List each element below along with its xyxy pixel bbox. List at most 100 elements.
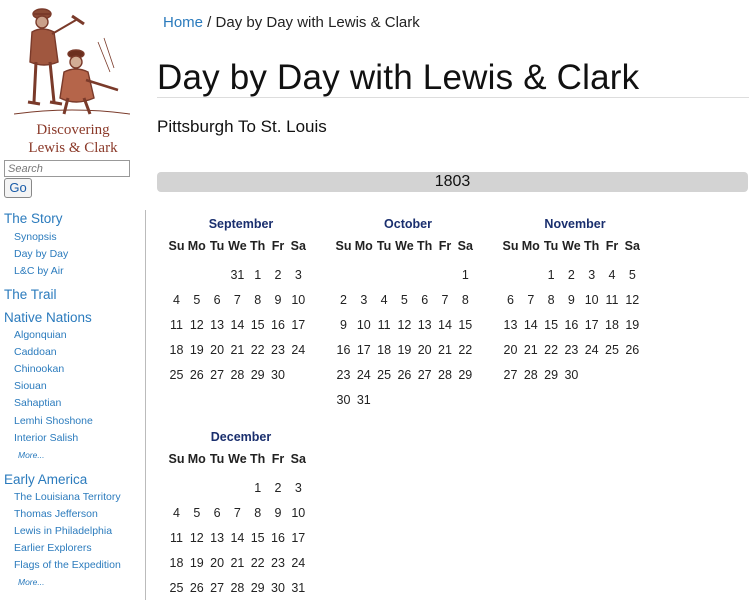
calendar-day[interactable]: 11 (374, 318, 395, 332)
calendar-day[interactable]: 1 (247, 268, 268, 282)
calendar-day[interactable]: 21 (227, 343, 248, 357)
calendar-day[interactable]: 4 (166, 293, 187, 307)
nav-item-earlier-explorers[interactable]: Earlier Explorers (14, 541, 92, 555)
calendar-day[interactable]: 3 (581, 268, 602, 282)
calendar-day[interactable]: 19 (622, 318, 643, 332)
calendar-day[interactable]: 4 (166, 506, 187, 520)
calendar-day[interactable]: 28 (520, 368, 541, 382)
calendar-day[interactable]: 3 (288, 481, 309, 495)
go-button[interactable]: Go (4, 178, 32, 198)
calendar-day[interactable]: 12 (394, 318, 415, 332)
calendar-day[interactable]: 18 (166, 343, 187, 357)
calendar-day[interactable]: 4 (374, 293, 395, 307)
calendar-day[interactable]: 14 (435, 318, 456, 332)
calendar-day[interactable]: 7 (227, 506, 248, 520)
calendar-day[interactable]: 30 (268, 368, 289, 382)
calendar-day[interactable]: 16 (268, 318, 289, 332)
calendar-day[interactable]: 8 (541, 293, 562, 307)
calendar-day[interactable]: 21 (227, 556, 248, 570)
calendar-day[interactable]: 23 (268, 343, 289, 357)
calendar-day[interactable]: 16 (333, 343, 354, 357)
calendar-day[interactable]: 23 (561, 343, 582, 357)
nav-item-day-by-day[interactable]: Day by Day (14, 247, 68, 261)
calendar-day[interactable]: 9 (268, 293, 289, 307)
nav-item-lemhi-shoshone[interactable]: Lemhi Shoshone (14, 414, 93, 428)
calendar-day[interactable]: 26 (186, 368, 207, 382)
calendar-day[interactable]: 23 (268, 556, 289, 570)
calendar-day[interactable]: 24 (288, 556, 309, 570)
nav-item-flags-of-the-expedition[interactable]: Flags of the Expedition (14, 558, 121, 572)
calendar-day[interactable]: 28 (435, 368, 456, 382)
calendar-day[interactable]: 1 (455, 268, 476, 282)
calendar-day[interactable]: 20 (500, 343, 521, 357)
nav-item-synopsis[interactable]: Synopsis (14, 230, 57, 244)
calendar-day[interactable]: 26 (622, 343, 643, 357)
nav-item-lc-by-air[interactable]: L&C by Air (14, 264, 64, 278)
calendar-day[interactable]: 11 (166, 318, 187, 332)
calendar-day[interactable]: 29 (247, 581, 268, 595)
calendar-day[interactable]: 24 (581, 343, 602, 357)
calendar-day[interactable]: 2 (561, 268, 582, 282)
calendar-day[interactable]: 14 (227, 318, 248, 332)
calendar-day[interactable]: 6 (207, 506, 228, 520)
calendar-day[interactable]: 26 (394, 368, 415, 382)
calendar-day[interactable]: 12 (622, 293, 643, 307)
calendar-day[interactable]: 18 (166, 556, 187, 570)
calendar-day[interactable]: 31 (288, 581, 309, 595)
calendar-day[interactable]: 15 (541, 318, 562, 332)
nav-item-chinookan[interactable]: Chinookan (14, 362, 64, 376)
calendar-day[interactable]: 11 (166, 531, 187, 545)
calendar-day[interactable]: 31 (227, 268, 248, 282)
calendar-day[interactable]: 5 (186, 293, 207, 307)
calendar-day[interactable]: 31 (353, 393, 374, 407)
nav-section-the-story[interactable]: The Story (4, 210, 63, 227)
calendar-day[interactable]: 29 (541, 368, 562, 382)
calendar-day[interactable]: 13 (500, 318, 521, 332)
calendar-day[interactable]: 3 (353, 293, 374, 307)
calendar-day[interactable]: 9 (333, 318, 354, 332)
calendar-day[interactable]: 2 (268, 268, 289, 282)
calendar-day[interactable]: 15 (247, 318, 268, 332)
calendar-day[interactable]: 6 (414, 293, 435, 307)
nav-section-native-nations[interactable]: Native Nations (4, 309, 92, 326)
logo-text-line2[interactable]: Lewis & Clark (0, 139, 146, 157)
calendar-day[interactable]: 27 (207, 368, 228, 382)
calendar-day[interactable]: 15 (455, 318, 476, 332)
calendar-day[interactable]: 12 (186, 531, 207, 545)
calendar-day[interactable]: 17 (288, 318, 309, 332)
calendar-day[interactable]: 14 (520, 318, 541, 332)
calendar-day[interactable]: 18 (602, 318, 623, 332)
search-input[interactable] (4, 160, 130, 177)
logo-text-line1[interactable]: Discovering (0, 121, 146, 139)
calendar-day[interactable]: 19 (394, 343, 415, 357)
calendar-day[interactable]: 29 (247, 368, 268, 382)
calendar-day[interactable]: 10 (353, 318, 374, 332)
calendar-day[interactable]: 10 (581, 293, 602, 307)
calendar-day[interactable]: 13 (207, 531, 228, 545)
calendar-day[interactable]: 27 (500, 368, 521, 382)
calendar-day[interactable]: 10 (288, 506, 309, 520)
calendar-day[interactable]: 22 (247, 556, 268, 570)
nav-item-interior-salish[interactable]: Interior Salish (14, 431, 78, 445)
calendar-day[interactable]: 9 (561, 293, 582, 307)
calendar-day[interactable]: 28 (227, 368, 248, 382)
calendar-day[interactable]: 17 (353, 343, 374, 357)
nav-section-the-trail[interactable]: The Trail (4, 286, 57, 303)
calendar-day[interactable]: 5 (622, 268, 643, 282)
calendar-day[interactable]: 18 (374, 343, 395, 357)
calendar-day[interactable]: 7 (520, 293, 541, 307)
calendar-day[interactable]: 8 (247, 506, 268, 520)
calendar-day[interactable]: 22 (247, 343, 268, 357)
calendar-day[interactable]: 3 (288, 268, 309, 282)
nav-item-algonquian[interactable]: Algonquian (14, 328, 67, 342)
calendar-day[interactable]: 17 (581, 318, 602, 332)
calendar-day[interactable]: 7 (227, 293, 248, 307)
calendar-day[interactable]: 7 (435, 293, 456, 307)
calendar-day[interactable]: 8 (455, 293, 476, 307)
calendar-day[interactable]: 30 (268, 581, 289, 595)
calendar-day[interactable]: 25 (166, 368, 187, 382)
calendar-day[interactable]: 19 (186, 343, 207, 357)
calendar-day[interactable]: 12 (186, 318, 207, 332)
calendar-day[interactable]: 25 (166, 581, 187, 595)
calendar-day[interactable]: 13 (414, 318, 435, 332)
